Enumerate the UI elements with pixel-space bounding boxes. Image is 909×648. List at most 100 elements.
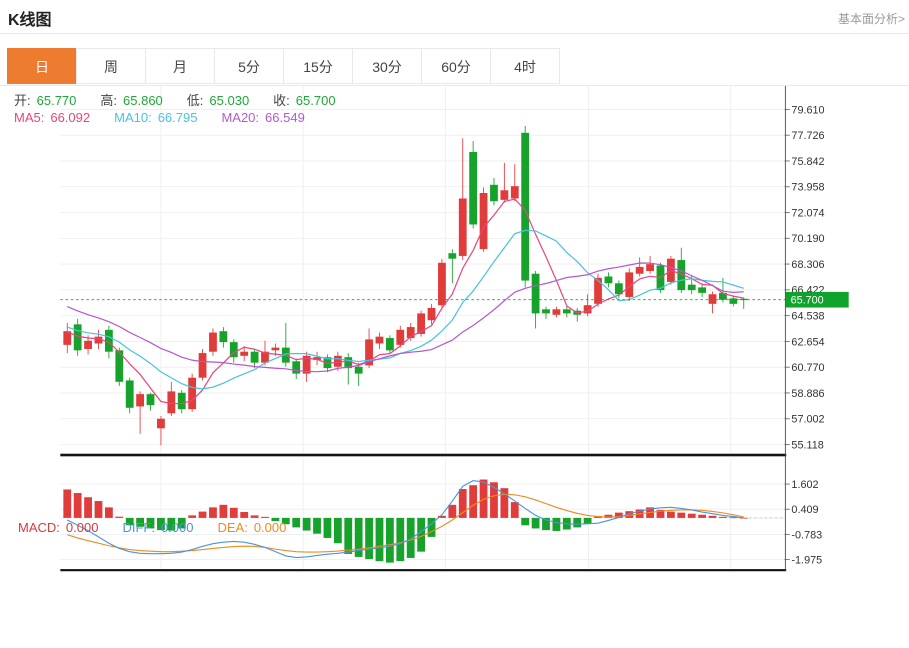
tab-5分[interactable]: 5分 xyxy=(214,48,284,84)
macd-bar-up xyxy=(115,517,123,518)
legend-value: 0.000 xyxy=(161,520,194,535)
macd-bar-down xyxy=(553,518,561,531)
kline-page: K线图 基本面分析> 日周月5分15分30分60分4时 79.61077.726… xyxy=(0,0,909,648)
legend-item: MA10:66.795 xyxy=(114,110,203,125)
macd-bar-up xyxy=(459,489,467,518)
legend-label: DIFF: xyxy=(122,520,155,535)
macd-bar-up xyxy=(719,517,727,518)
macd-bar-up xyxy=(240,512,248,518)
candle-down xyxy=(605,276,613,283)
macd-axis-label: 1.602 xyxy=(791,479,818,491)
price-axis-label: 58.886 xyxy=(791,388,824,400)
macd-bar-down xyxy=(324,518,332,538)
candle-down xyxy=(251,352,259,363)
price-axis-label: 75.842 xyxy=(791,156,824,168)
candle-up xyxy=(157,419,165,429)
macd-bar-down xyxy=(584,518,592,524)
macd-bar-up xyxy=(209,507,217,518)
candle-down xyxy=(126,380,134,407)
tab-月[interactable]: 月 xyxy=(145,48,215,84)
candle-up xyxy=(480,193,488,249)
price-axis-label: 64.538 xyxy=(791,311,824,323)
candle-down xyxy=(729,298,737,303)
legend-value: 66.795 xyxy=(158,110,198,125)
tab-60分[interactable]: 60分 xyxy=(421,48,491,84)
candle-up xyxy=(500,190,508,200)
macd-bar-up xyxy=(448,505,456,518)
legend-value: 65.770 xyxy=(37,93,77,108)
macd-bar-up xyxy=(63,489,71,517)
macd-legend: MACD:0.000 DIFF: 0.000 DEA: 0.000 xyxy=(18,520,310,535)
tab-15分[interactable]: 15分 xyxy=(283,48,353,84)
price-axis-label: 77.726 xyxy=(791,130,824,142)
price-axis-label: 62.654 xyxy=(791,336,824,348)
price-axis-label: 57.002 xyxy=(791,414,824,426)
legend-item: DIFF: 0.000 xyxy=(122,520,199,535)
legend-value: 0.000 xyxy=(254,520,287,535)
legend-item: MACD:0.000 xyxy=(18,520,104,535)
kline-chart-canvas[interactable]: 79.61077.72675.84273.95872.07470.19068.3… xyxy=(0,86,909,648)
tab-30分[interactable]: 30分 xyxy=(352,48,422,84)
candle-down xyxy=(490,185,498,201)
candle-up xyxy=(84,341,92,349)
fundamental-analysis-link[interactable]: 基本面分析> xyxy=(838,10,905,27)
tab-4时[interactable]: 4时 xyxy=(490,48,560,84)
candle-down xyxy=(219,331,227,342)
candle-up xyxy=(636,267,644,274)
price-axis-label: 68.306 xyxy=(791,259,824,271)
ma20-line xyxy=(67,263,743,372)
macd-bar-up xyxy=(698,515,706,518)
legend-value: 66.092 xyxy=(50,110,90,125)
macd-bar-down xyxy=(344,518,352,554)
macd-bar-down xyxy=(376,518,384,561)
macd-bar-up xyxy=(188,515,196,518)
candle-up xyxy=(376,337,384,344)
candle-up xyxy=(396,330,404,345)
candle-down xyxy=(469,152,477,225)
tab-日[interactable]: 日 xyxy=(7,48,77,84)
macd-bar-down xyxy=(407,518,415,558)
legend-value: 0.000 xyxy=(66,520,99,535)
macd-bar-down xyxy=(386,518,394,563)
legend-item: MA20:66.549 xyxy=(221,110,310,125)
legend-value: 65.030 xyxy=(209,93,249,108)
price-axis-label: 73.958 xyxy=(791,182,824,194)
price-axis: 79.61077.72675.84273.95872.07470.19068.3… xyxy=(785,104,825,566)
macd-axis-label: 0.409 xyxy=(791,504,818,516)
legend-label: 收: xyxy=(273,93,290,108)
macd-bar-up xyxy=(84,497,92,518)
candle-down xyxy=(688,285,696,290)
price-axis-label: 60.770 xyxy=(791,362,824,374)
price-axis-label: 72.074 xyxy=(791,207,824,219)
candle-up xyxy=(199,353,207,378)
candle-up xyxy=(188,378,196,409)
ma-lines xyxy=(67,199,743,404)
ma10-line xyxy=(67,230,743,389)
macd-bar-up xyxy=(230,508,238,518)
macd-bar-up xyxy=(95,501,103,518)
candle-down xyxy=(542,309,550,313)
macd-bar-down xyxy=(313,518,321,534)
legend-item: 收:65.700 xyxy=(273,93,341,108)
header-divider xyxy=(0,33,909,34)
macd-bar-up xyxy=(511,502,519,518)
candle-down xyxy=(74,324,82,350)
ma5-line xyxy=(67,199,743,404)
macd-bar-up xyxy=(199,512,207,518)
legend-label: DEA: xyxy=(217,520,247,535)
tab-周[interactable]: 周 xyxy=(76,48,146,84)
candle-up xyxy=(459,198,467,255)
candle-down xyxy=(532,274,540,314)
candle-up xyxy=(646,264,654,271)
macd-bar-down xyxy=(396,518,404,561)
macd-axis-label: -1.975 xyxy=(791,554,822,566)
legend-item: 低:65.030 xyxy=(187,93,255,108)
ma-legend: MA5:66.092MA10:66.795MA20:66.549 xyxy=(14,110,329,125)
macd-bar-down xyxy=(365,518,373,559)
bottom-border xyxy=(60,569,786,571)
legend-label: 高: xyxy=(100,93,117,108)
candle-up xyxy=(136,394,144,406)
current-price-tag-value: 65.700 xyxy=(791,295,824,307)
candle-up xyxy=(240,352,248,356)
page-title: K线图 xyxy=(8,6,52,30)
